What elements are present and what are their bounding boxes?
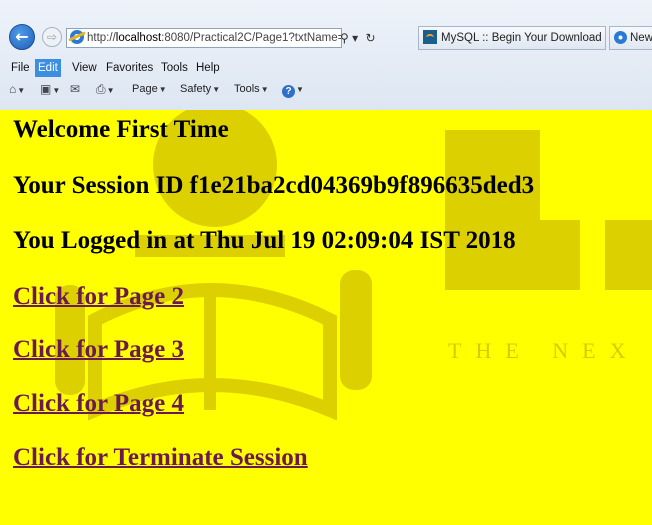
print-icon: ⎙ (96, 82, 106, 96)
search-icon[interactable]: ⚲ ▾ (340, 31, 358, 45)
tab-label: New (630, 32, 652, 44)
help-button[interactable]: ? ▼ (282, 79, 304, 100)
address-tools: ⚲ ▾ ↻ (340, 28, 396, 48)
tab-mysql-download[interactable]: MySQL :: Begin Your Download (418, 26, 606, 50)
welcome-heading: Welcome First Time (13, 116, 229, 143)
tab-label: MySQL :: Begin Your Download (441, 32, 602, 44)
address-rest: :8080/Practical2C/Page1?txtName=asc (161, 32, 341, 44)
back-button[interactable]: ← (9, 24, 35, 50)
menu-edit[interactable]: Edit (35, 59, 61, 77)
menu-favorites[interactable]: Favorites (103, 59, 156, 77)
refresh-icon[interactable]: ↻ (366, 31, 376, 45)
session-id-text: Your Session ID f1e21ba2cd04369b9f896635… (13, 172, 535, 199)
menu-bar: File Edit View Favorites Tools Help (0, 59, 652, 77)
address-prefix: http:// (87, 32, 116, 44)
tab-new[interactable]: New (609, 26, 652, 50)
command-bar: ⌂▼ ▣▼ ✉ ⎙▼ Page▼ Safety▼ Tools▼ ? ▼ (0, 79, 652, 99)
print-button[interactable]: ⎙▼ (96, 79, 115, 101)
home-button[interactable]: ⌂▼ (9, 79, 25, 101)
login-time-text: You Logged in at Thu Jul 19 02:09:04 IST… (13, 227, 516, 254)
forward-button[interactable]: ⇨ (42, 27, 62, 47)
link-page-2[interactable]: Click for Page 2 (13, 283, 184, 311)
link-page-4[interactable]: Click for Page 4 (13, 390, 184, 418)
link-page-3[interactable]: Click for Page 3 (13, 336, 184, 364)
navigation-bar: ← ⇨ http://localhost:8080/Practical2C/Pa… (0, 22, 652, 54)
watermark-text: THE NEX (448, 338, 639, 363)
page-menu[interactable]: Page▼ (132, 79, 167, 100)
mysql-icon (423, 30, 437, 44)
ie-page-icon (70, 30, 84, 44)
address-bar[interactable]: http://localhost:8080/Practical2C/Page1?… (66, 28, 342, 48)
menu-tools[interactable]: Tools (158, 59, 191, 77)
help-icon: ? (282, 85, 295, 98)
page-content: THE NEX Welcome First Time Your Session … (0, 110, 652, 525)
browser-chrome: ← ⇨ http://localhost:8080/Practical2C/Pa… (0, 0, 652, 111)
mail-button[interactable]: ✉ (70, 79, 80, 100)
menu-view[interactable]: View (69, 59, 100, 77)
feeds-button[interactable]: ▣▼ (40, 79, 60, 101)
mail-icon: ✉ (70, 82, 81, 96)
safety-menu[interactable]: Safety▼ (180, 79, 220, 100)
address-url: http://localhost:8080/Practical2C/Page1?… (87, 32, 341, 44)
tools-menu-label: Tools (234, 83, 260, 95)
safety-menu-label: Safety (180, 83, 212, 95)
feeds-icon: ▣ (40, 82, 52, 96)
link-terminate-session[interactable]: Click for Terminate Session (13, 444, 308, 472)
page-menu-label: Page (132, 83, 158, 95)
tools-menu[interactable]: Tools▼ (234, 79, 269, 100)
menu-help[interactable]: Help (193, 59, 223, 77)
address-host: localhost (115, 32, 162, 44)
menu-file[interactable]: File (8, 59, 33, 77)
home-icon: ⌂ (9, 82, 17, 96)
ie-tab-icon (614, 31, 627, 44)
